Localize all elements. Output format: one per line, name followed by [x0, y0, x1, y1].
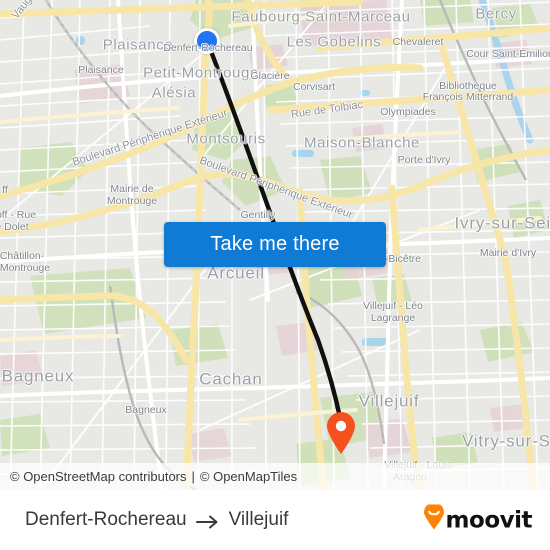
- attribution-osm[interactable]: © OpenStreetMap contributors: [10, 469, 187, 484]
- moovit-logo[interactable]: moovit: [423, 502, 533, 536]
- moovit-wordmark: moovit: [445, 507, 533, 533]
- footer-bar: Denfert-Rochereau Villejuif moovit: [0, 490, 550, 550]
- arrow-right-icon: [195, 513, 220, 529]
- destination-marker[interactable]: [325, 411, 357, 455]
- take-me-there-button[interactable]: Take me there: [164, 222, 386, 267]
- route-destination-label: Villejuif: [228, 509, 289, 530]
- route-summary: Denfert-Rochereau Villejuif: [25, 509, 288, 531]
- origin-marker[interactable]: [194, 28, 220, 54]
- map-screenshot: Vaug Plaisance Plaisance Denfert-Rochereau P…: [0, 0, 550, 550]
- map-attribution: © OpenStreetMap contributors | © OpenMap…: [0, 463, 550, 490]
- attribution-maptiles[interactable]: © OpenMapTiles: [200, 469, 297, 484]
- route-origin-label: Denfert-Rochereau: [25, 509, 187, 530]
- attribution-separator: |: [191, 469, 195, 484]
- moovit-pin-icon: [423, 502, 445, 536]
